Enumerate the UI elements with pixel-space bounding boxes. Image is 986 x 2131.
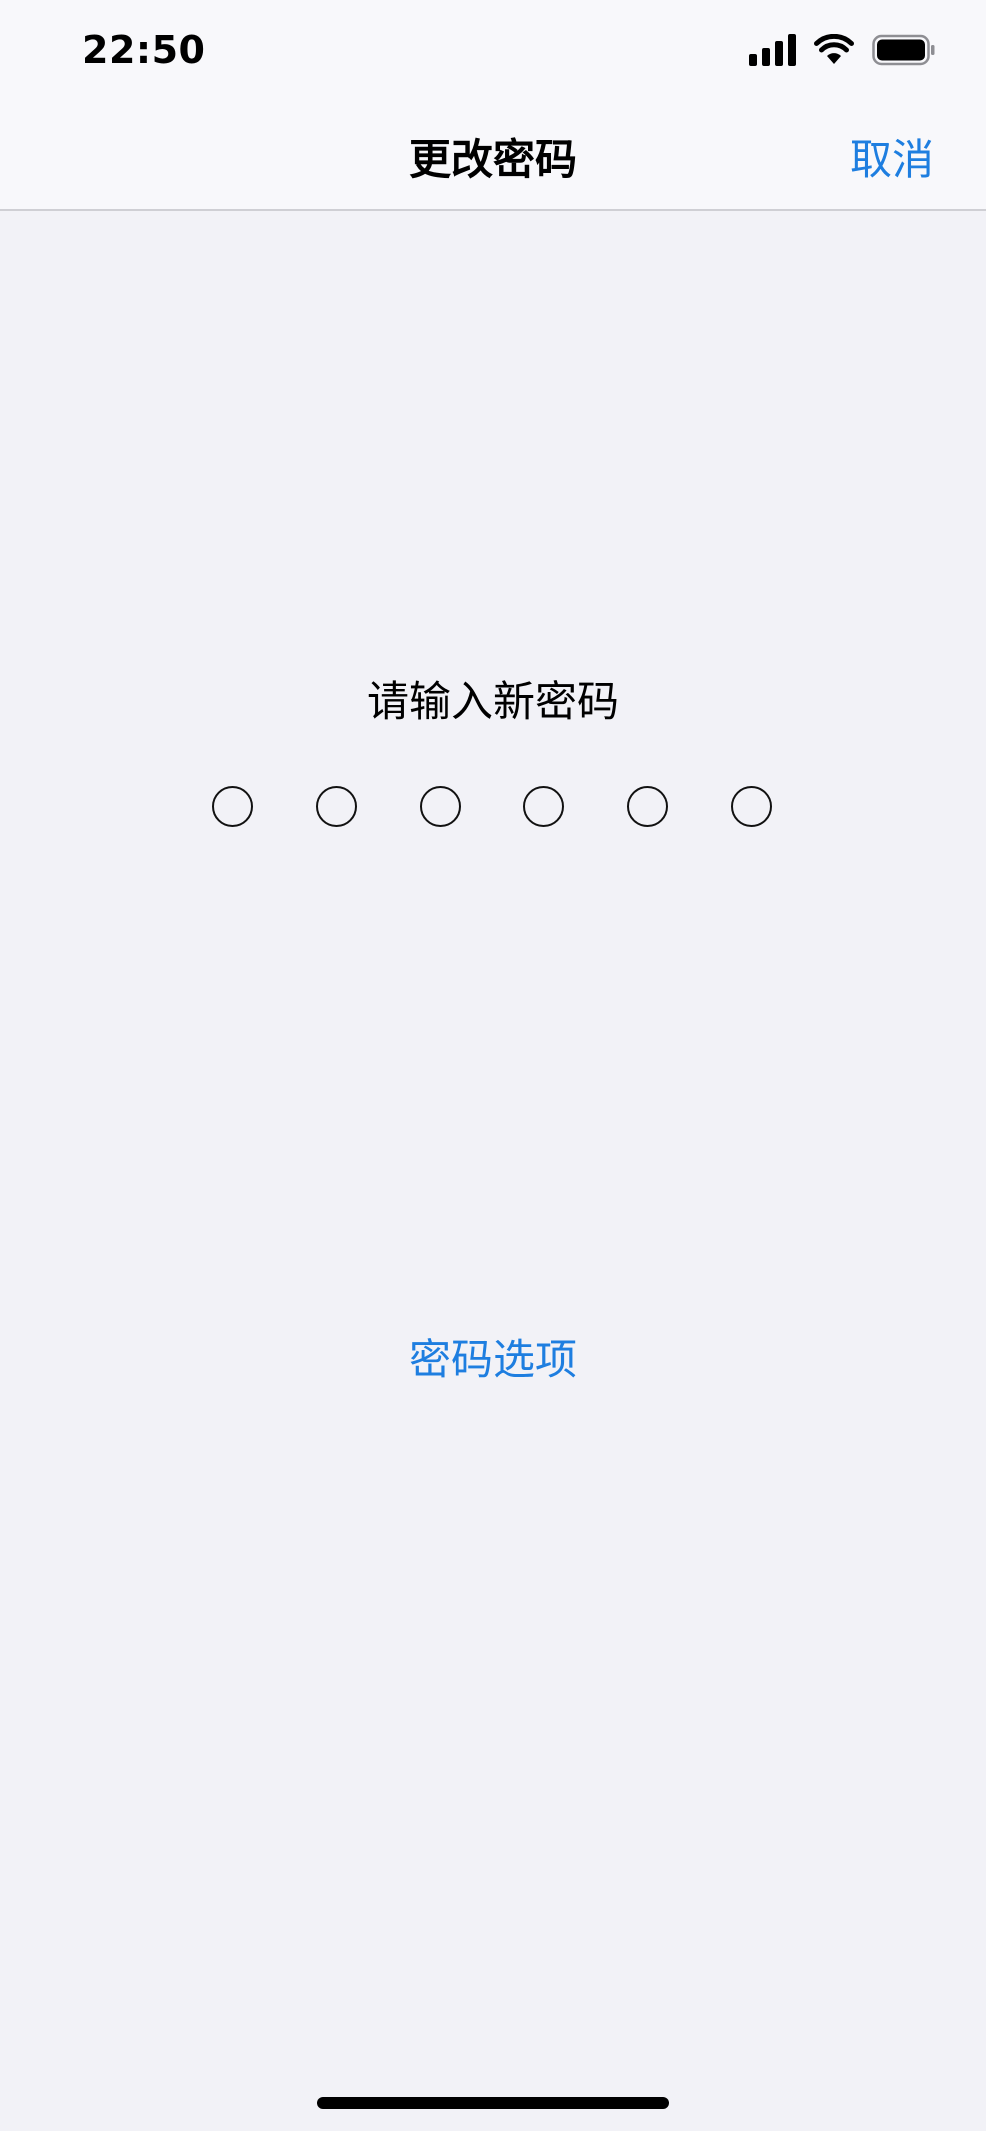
passcode-dot (523, 786, 565, 827)
status-time: 22:50 (82, 28, 206, 72)
battery-icon (872, 34, 936, 66)
page-title: 更改密码 (408, 135, 577, 184)
passcode-dot (730, 786, 772, 827)
passcode-options-button[interactable]: 密码选项 (0, 1326, 986, 1387)
passcode-dot (212, 786, 253, 827)
home-indicator[interactable] (317, 2097, 669, 2109)
passcode-dot (419, 786, 461, 827)
passcode-field[interactable] (212, 786, 772, 832)
status-bar: 22:50 (0, 0, 986, 100)
screen: 22:50 更改密码 取消 请输入新密码 密码选项 (0, 0, 986, 2131)
status-icons (749, 34, 936, 66)
wifi-icon (814, 34, 854, 66)
signal-icon (749, 34, 796, 66)
navigation-bar: 更改密码 取消 (0, 100, 986, 211)
passcode-dot (627, 786, 669, 827)
passcode-prompt: 请输入新密码 (366, 677, 619, 726)
cancel-button[interactable]: 取消 (850, 126, 934, 187)
passcode-dot (315, 786, 357, 827)
